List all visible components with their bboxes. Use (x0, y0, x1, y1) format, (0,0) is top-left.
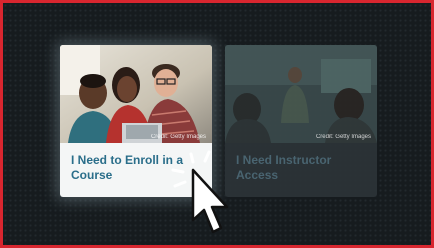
students-photo: Credit: Getty Images (60, 45, 212, 143)
card-title: I Need Instructor Access (236, 153, 332, 182)
hand-pointer-click-icon (163, 148, 243, 243)
photo-credit: Credit: Getty Images (315, 134, 371, 140)
classroom-photo: Credit: Getty Images (225, 45, 377, 143)
instructor-access-card[interactable]: Credit: Getty Images I Need Instructor A… (225, 45, 377, 197)
screen-frame: Credit: Getty Images I Need to Enroll in… (0, 0, 434, 248)
photo-credit: Credit: Getty Images (150, 134, 206, 140)
